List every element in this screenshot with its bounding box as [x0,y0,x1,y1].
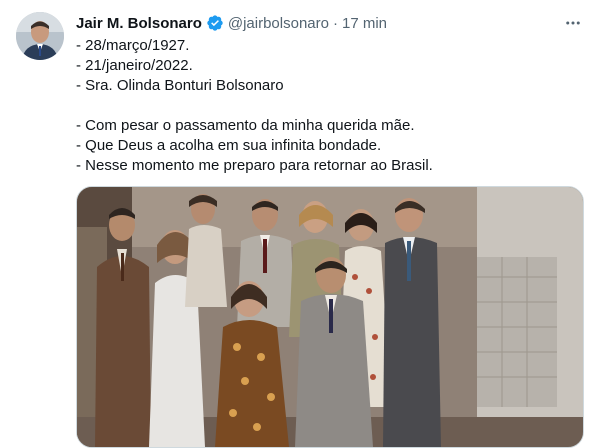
author-handle[interactable]: @jairbolsonaro [228,15,329,32]
tweet-line: - Nesse momento me preparo para retornar… [76,157,433,174]
tweet-text: - 28/março/1927. - 21/janeiro/2022. - Sr… [76,36,584,176]
tweet-timestamp[interactable]: 17 min [342,15,387,32]
separator-dot: · [332,14,338,32]
tweet-photo[interactable] [76,186,584,448]
tweet-line: - Sra. Olinda Bonturi Bolsonaro [76,77,284,94]
tweet-header: Jair M. Bolsonaro @jairbolsonaro · 17 mi… [76,12,584,34]
author-name[interactable]: Jair M. Bolsonaro [76,15,202,32]
tweet-line: - Com pesar o passamento da minha querid… [76,117,415,134]
author-avatar[interactable] [16,12,64,60]
tweet-line: - Que Deus a acolha em sua infinita bond… [76,137,382,154]
family-photo-image [77,187,583,447]
tweet-line: - 21/janeiro/2022. [76,57,193,74]
verified-badge-icon [206,14,224,32]
tweet-line: - 28/março/1927. [76,37,190,54]
more-options-icon[interactable] [562,12,584,34]
avatar-image [16,12,64,60]
